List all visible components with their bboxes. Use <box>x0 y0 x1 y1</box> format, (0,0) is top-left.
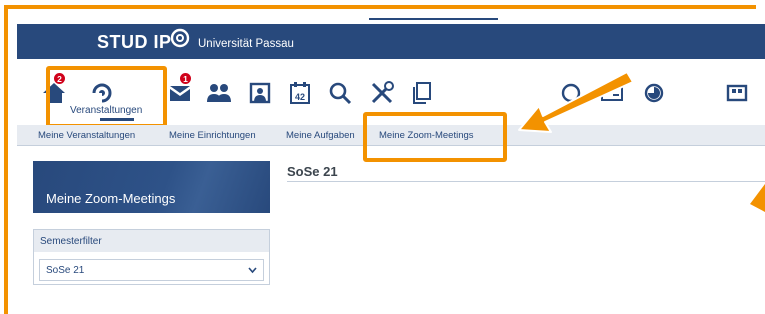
calendar-day: 42 <box>295 92 305 102</box>
semester-filter-widget: Semesterfilter SoSe 21 <box>33 229 270 285</box>
nav-item-tools[interactable] <box>367 79 397 107</box>
subtab-meine-einrichtungen[interactable]: Meine Einrichtungen <box>169 130 256 141</box>
nav-item-nachrichten[interactable]: 1 <box>165 72 195 107</box>
header-bar: STUD IP Universität Passau <box>17 24 765 59</box>
sidebar-header: Meine Zoom-Meetings <box>33 161 270 213</box>
annotation-frame-left <box>4 5 8 314</box>
nav-item-weitere-3[interactable] <box>639 79 669 107</box>
files-icon <box>413 82 431 104</box>
annotation-arrow-icon <box>518 71 634 133</box>
nav-item-profil[interactable] <box>245 79 275 107</box>
chevron-down-icon <box>248 267 257 274</box>
active-subtab-indicator <box>369 18 498 20</box>
filter-title: Semesterfilter <box>34 230 269 252</box>
semester-select[interactable]: SoSe 21 <box>39 259 264 281</box>
notification-badge: 1 <box>179 72 192 85</box>
nav-item-dateien[interactable] <box>407 79 437 107</box>
nav-item-weitere-4[interactable] <box>722 79 752 107</box>
university-name: Universität Passau <box>198 38 294 50</box>
mail-icon <box>170 86 190 101</box>
highlight-veranstaltungen <box>46 66 167 128</box>
profile-icon <box>249 82 271 104</box>
subtab-meine-aufgaben[interactable]: Meine Aufgaben <box>286 130 355 141</box>
search-icon <box>329 82 352 105</box>
community-icon <box>207 84 231 102</box>
pie-chart-icon <box>644 83 664 103</box>
calendar-icon: 42 <box>290 82 310 104</box>
highlight-zoom-meetings-tab <box>363 112 507 162</box>
tools-icon <box>371 81 394 104</box>
studip-logo[interactable]: STUD IP <box>97 32 172 53</box>
subtab-meine-veranstaltungen[interactable]: Meine Veranstaltungen <box>38 130 135 141</box>
board-icon <box>726 84 748 102</box>
nav-item-community[interactable] <box>204 79 234 107</box>
nav-item-planer[interactable]: 42 <box>285 79 315 107</box>
semester-select-value: SoSe 21 <box>46 265 85 276</box>
semester-heading: SoSe 21 <box>287 164 338 179</box>
annotation-arrow-edge-icon <box>750 184 765 212</box>
nav-item-suche[interactable] <box>325 79 355 107</box>
studip-logo-icon <box>170 28 190 48</box>
sidebar-title: Meine Zoom-Meetings <box>46 191 176 206</box>
heading-divider <box>287 181 765 182</box>
